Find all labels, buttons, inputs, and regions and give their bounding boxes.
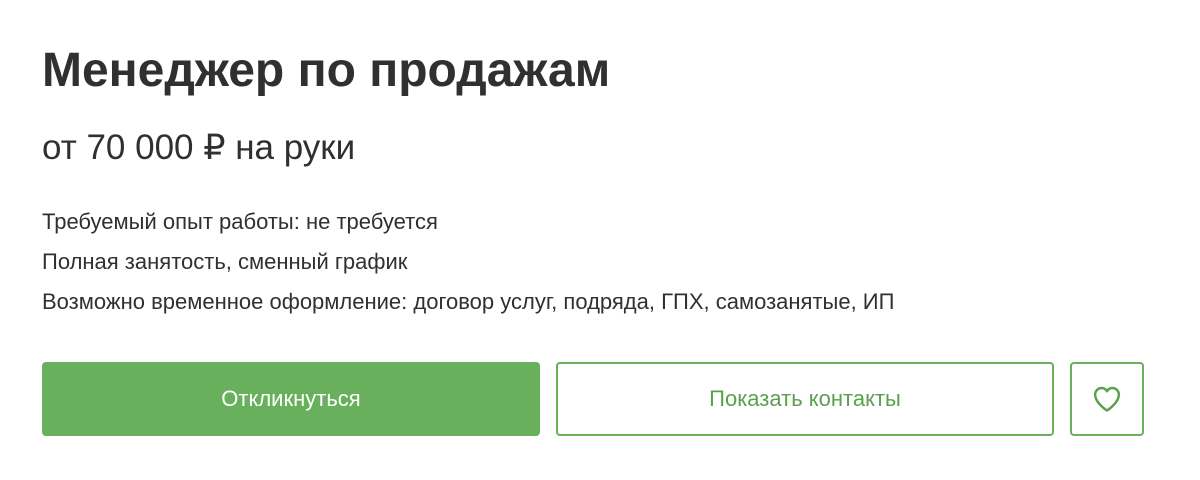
show-contacts-button-label: Показать контакты: [709, 386, 901, 411]
show-contacts-button[interactable]: Показать контакты: [556, 362, 1054, 436]
experience-requirement: Требуемый опыт работы: не требуется: [42, 209, 438, 234]
respond-button-label: Откликнуться: [221, 386, 361, 411]
vacancy-title: Менеджер по продажам: [42, 44, 611, 97]
favorite-button[interactable]: [1070, 362, 1144, 436]
vacancy-salary: от 70 000 ₽ на руки: [42, 128, 356, 167]
employment-schedule: Полная занятость, сменный график: [42, 249, 408, 274]
vacancy-header: Менеджер по продажам от 70 000 ₽ на руки…: [42, 0, 1152, 480]
temporary-employment-options: Возможно временное оформление: договор у…: [42, 289, 895, 314]
heart-icon: [1092, 385, 1122, 413]
vacancy-details: Требуемый опыт работы: не требуется Полн…: [42, 202, 894, 322]
respond-button[interactable]: Откликнуться: [42, 362, 540, 436]
